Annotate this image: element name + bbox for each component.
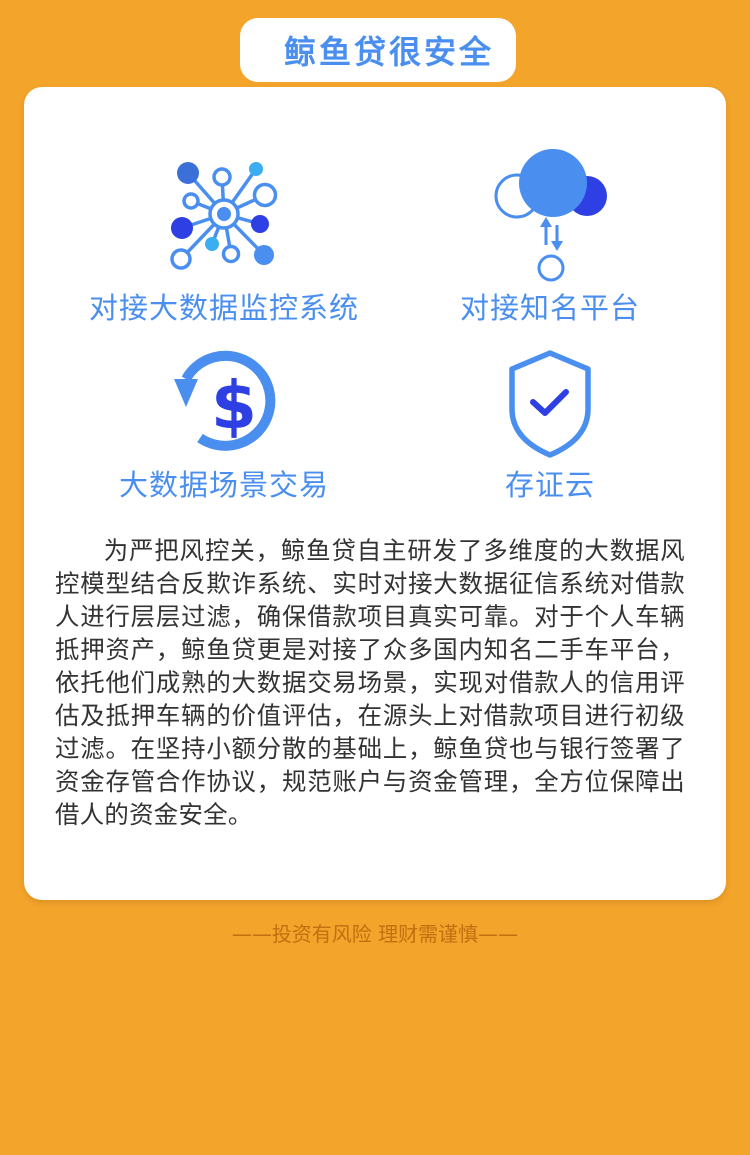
svg-text:$: $ xyxy=(211,367,257,444)
feature-famous-platform: 对接知名平台 xyxy=(380,147,720,327)
feature-evidence-cloud: 存证云 xyxy=(380,349,720,509)
feature-label-bigdata-monitoring: 对接大数据监控系统 xyxy=(88,291,359,325)
page-title-tab: 鲸鱼贷很安全 xyxy=(240,18,516,82)
page-title: 鲸鱼贷很安全 xyxy=(283,33,494,71)
feature-label-famous-platform: 对接知名平台 xyxy=(459,291,640,325)
feature-bigdata-trading: $ 大数据场景交易 xyxy=(54,349,394,509)
feature-label-bigdata-trading: 大数据场景交易 xyxy=(118,468,329,502)
feature-bigdata-monitoring: 对接大数据监控系统 xyxy=(54,157,394,327)
dollar-cycle-icon: $ xyxy=(174,350,276,451)
risk-disclaimer: ——投资有风险 理财需谨慎—— xyxy=(231,922,519,946)
feature-label-evidence-cloud: 存证云 xyxy=(504,468,595,502)
cloud-sync-icon xyxy=(494,149,607,282)
security-description: 为严把风控关，鲸鱼贷自主研发了多维度的大数据风控模型结合反欺诈系统、实时对接大数… xyxy=(55,536,685,829)
network-icon xyxy=(170,162,278,270)
shield-check-icon xyxy=(509,350,591,458)
security-card: 对接大数据监控系统 对接知名平台 $ 大数据场景交易 存证云 为严把风控关，鲸鱼… xyxy=(24,87,726,900)
